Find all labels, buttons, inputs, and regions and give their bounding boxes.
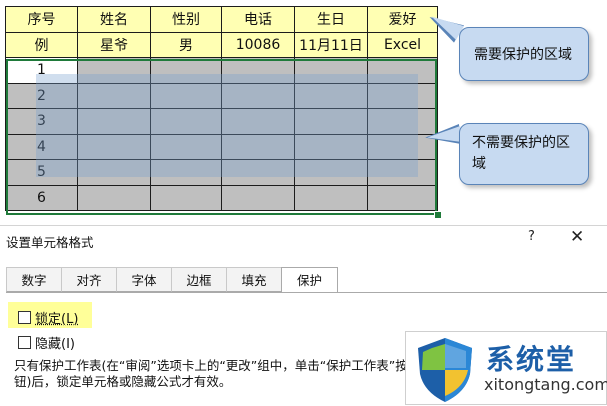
tab-alignment[interactable]: 对齐 (61, 267, 117, 292)
data-cell[interactable] (295, 134, 368, 160)
data-cell[interactable] (295, 185, 368, 211)
data-cell[interactable] (295, 160, 368, 186)
logo-url: xitongtang.com (484, 375, 607, 394)
data-cell[interactable] (151, 83, 222, 109)
data-table: 序号 姓名 性别 电话 生日 爱好 例 星爷 男 10086 11月11日 Ex… (5, 6, 438, 211)
header-cell[interactable]: 序号 (6, 7, 78, 33)
example-cell[interactable]: 11月11日 (295, 32, 368, 58)
data-cell[interactable] (78, 83, 151, 109)
data-cell[interactable] (222, 185, 295, 211)
table-row: 5 (6, 160, 438, 186)
tab-divider (6, 292, 607, 293)
header-cell[interactable]: 生日 (295, 7, 368, 33)
table-row: 4 (6, 134, 438, 160)
example-row: 例 星爷 男 10086 11月11日 Excel (6, 32, 438, 58)
data-cell[interactable] (151, 160, 222, 186)
tab-number[interactable]: 数字 (6, 267, 62, 292)
tab-font[interactable]: 字体 (116, 267, 172, 292)
header-row: 序号 姓名 性别 电话 生日 爱好 (6, 7, 438, 33)
row-number-cell[interactable]: 3 (6, 109, 78, 135)
data-cell[interactable] (295, 109, 368, 135)
checkbox-box[interactable] (18, 311, 31, 324)
lock-checkbox[interactable]: 锁定(L) (18, 308, 78, 327)
data-cell[interactable] (368, 58, 438, 84)
fill-handle[interactable] (434, 211, 442, 219)
tab-protection[interactable]: 保护 (281, 267, 338, 293)
header-cell[interactable]: 电话 (222, 7, 295, 33)
hide-checkbox[interactable]: 隐藏(I) (18, 333, 75, 352)
shield-icon (410, 334, 480, 404)
table-row: 6 (6, 185, 438, 211)
protection-description: 只有保护工作表(在“审阅”选项卡上的“更改”组中，单击“保护工作表”按钮)后，锁… (14, 358, 414, 390)
row-number-cell[interactable]: 1 (6, 58, 78, 84)
example-cell[interactable]: 星爷 (78, 32, 151, 58)
data-cell[interactable] (151, 134, 222, 160)
header-cell[interactable]: 性别 (151, 7, 222, 33)
data-cell[interactable] (368, 160, 438, 186)
data-cell[interactable] (222, 83, 295, 109)
data-cell[interactable] (151, 58, 222, 84)
data-cell[interactable] (222, 109, 295, 135)
data-cell[interactable] (151, 185, 222, 211)
row-number-cell[interactable]: 4 (6, 134, 78, 160)
table-row: 1 (6, 58, 438, 84)
data-cell[interactable] (151, 109, 222, 135)
example-cell[interactable]: 例 (6, 32, 78, 58)
data-cell[interactable] (295, 58, 368, 84)
data-cell[interactable] (78, 185, 151, 211)
row-number-cell[interactable]: 2 (6, 83, 78, 109)
close-icon[interactable]: ✕ (570, 227, 584, 247)
row-number-cell[interactable]: 6 (6, 185, 78, 211)
callout-protect: 需要保护的区域 (459, 27, 589, 81)
help-button[interactable]: ? (528, 229, 535, 244)
data-cell[interactable] (222, 134, 295, 160)
tab-border[interactable]: 边框 (171, 267, 227, 292)
data-cell[interactable] (78, 134, 151, 160)
data-cell[interactable] (78, 160, 151, 186)
hide-label: 隐藏(I) (35, 333, 75, 352)
dialog-title: 设置单元格格式 (6, 232, 94, 251)
data-cell[interactable] (222, 58, 295, 84)
data-cell[interactable] (78, 58, 151, 84)
data-cell[interactable] (368, 83, 438, 109)
callout-no-protect: 不需要保护的区域 (459, 123, 589, 185)
example-cell[interactable]: 10086 (222, 32, 295, 58)
header-cell[interactable]: 姓名 (78, 7, 151, 33)
lock-label: 锁定(L) (35, 308, 78, 327)
example-cell[interactable]: 男 (151, 32, 222, 58)
table-row: 2 (6, 83, 438, 109)
table-row: 3 (6, 109, 438, 135)
watermark-logo: 系统堂 xitongtang.com (405, 331, 607, 405)
data-cell[interactable] (78, 109, 151, 135)
tab-fill[interactable]: 填充 (226, 267, 282, 292)
example-cell[interactable]: Excel (368, 32, 438, 58)
row-number-cell[interactable]: 5 (6, 160, 78, 186)
worksheet: 序号 姓名 性别 电话 生日 爱好 例 星爷 男 10086 11月11日 Ex… (0, 0, 607, 225)
data-cell[interactable] (295, 83, 368, 109)
data-cell[interactable] (368, 185, 438, 211)
data-cell[interactable] (222, 160, 295, 186)
logo-text: 系统堂 (486, 338, 576, 378)
checkbox-box[interactable] (18, 336, 31, 349)
